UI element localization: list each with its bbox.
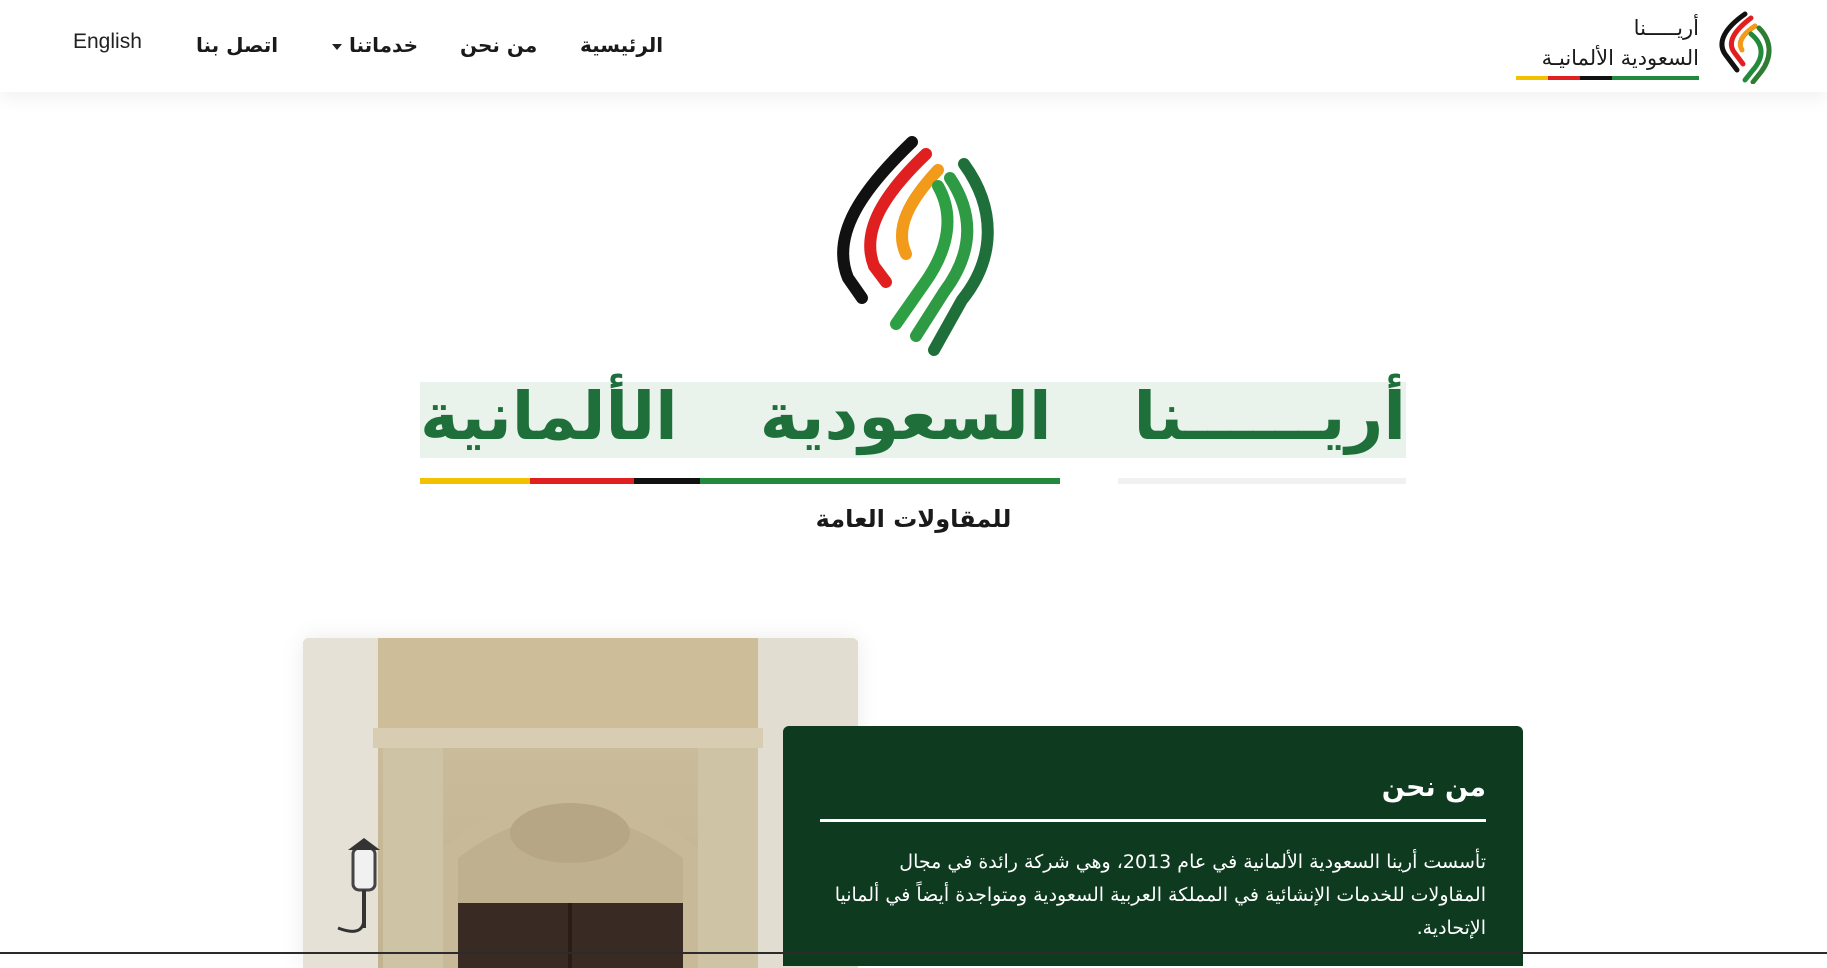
hero-subtitle: للمقاولات العامة <box>815 505 1012 533</box>
caret-down-icon <box>332 43 342 50</box>
about-card: من نحن تأسست أرينا السعودية الألمانية في… <box>783 726 1523 966</box>
brand-name-line1: أريـــــنا <box>1633 16 1699 40</box>
nav-services-label: خدماتنا <box>348 33 419 57</box>
arena-logo-large-icon <box>837 136 994 356</box>
language-switch-link[interactable]: English <box>73 30 142 54</box>
about-title: من نحن <box>1381 772 1486 803</box>
nav-home-label: الرئيسية <box>580 33 664 57</box>
nav-contact-label: اتصل بنا <box>196 33 279 57</box>
about-text: تأسست أرينا السعودية الألمانية في عام 20… <box>834 851 1486 939</box>
nav-item-contact[interactable]: اتصل بنا <box>196 33 278 57</box>
nav-item-services[interactable]: خدماتنا <box>326 33 418 57</box>
about-divider <box>820 819 1486 822</box>
brand-name-line2: السعودية الألمانيـة <box>1541 46 1699 70</box>
brand-color-bar <box>1516 76 1699 80</box>
site-header: English اتصل بنا خدماتنا من نحن الرئيسية… <box>0 0 1827 92</box>
hero-bar-faint <box>1118 478 1406 484</box>
hero-title: أريــــــنا السعودية الألمانية <box>420 378 1406 455</box>
nav-item-about[interactable]: من نحن <box>460 33 537 57</box>
brand-logo-link[interactable]: أريـــــنا السعودية الألمانيـة <box>1506 8 1781 84</box>
arena-logo-icon <box>1719 11 1772 84</box>
hero-color-bar <box>420 478 1060 484</box>
nav-about-label: من نحن <box>460 33 538 57</box>
building-entrance-photo <box>303 638 858 968</box>
nav-item-home[interactable]: الرئيسية <box>580 33 663 57</box>
